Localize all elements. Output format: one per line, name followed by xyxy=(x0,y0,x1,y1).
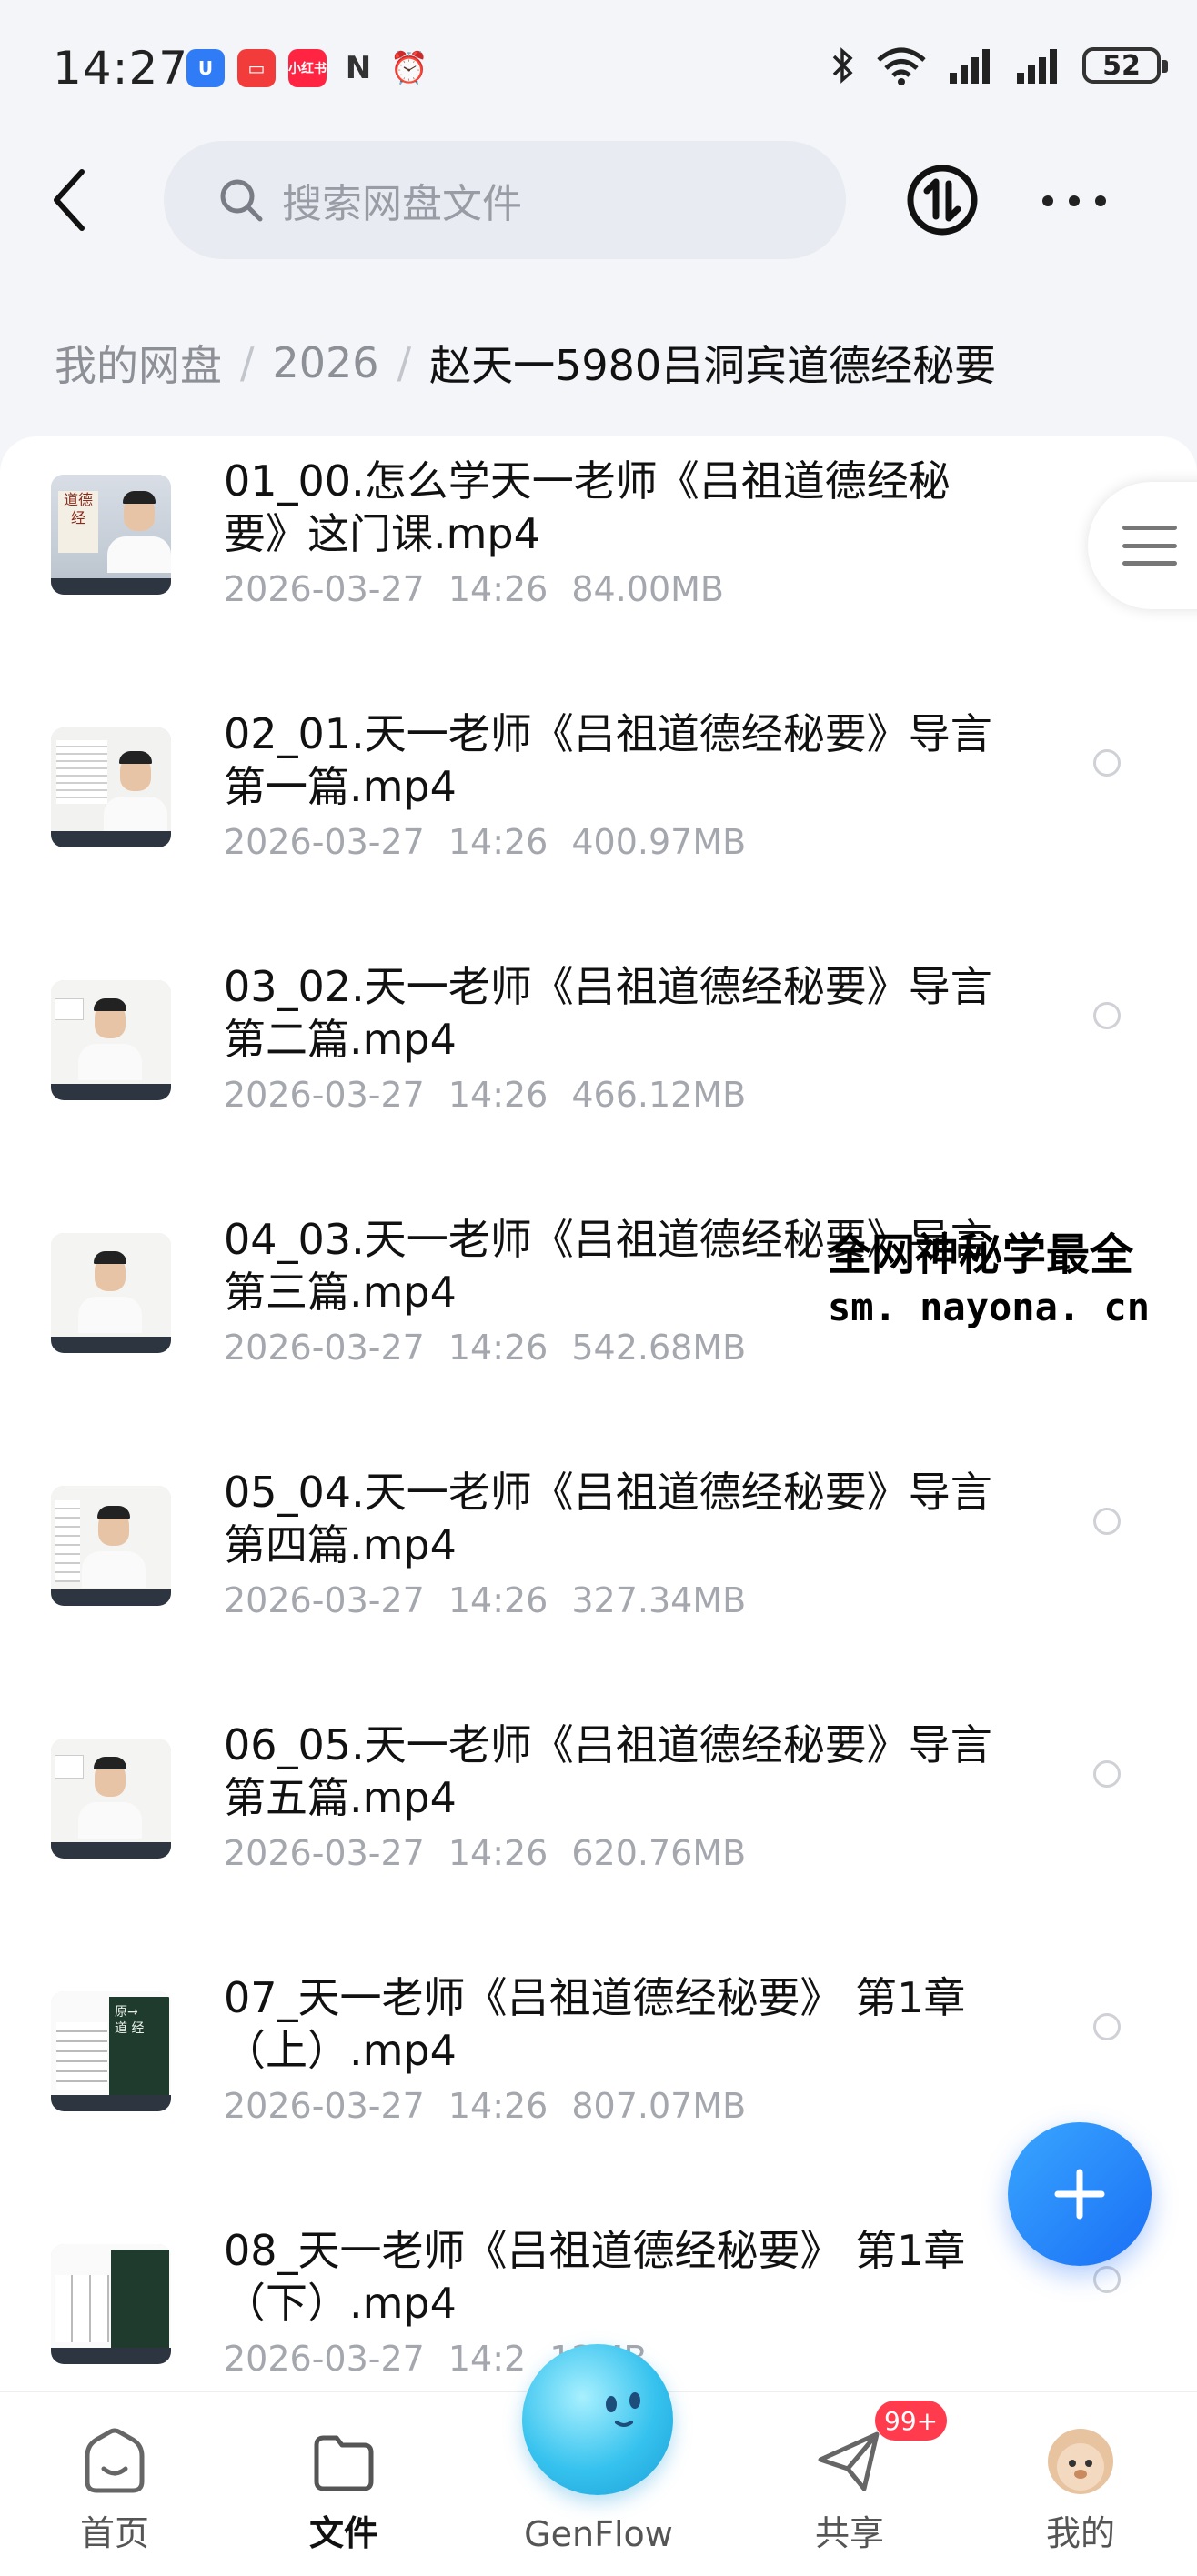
select-radio[interactable] xyxy=(1093,1508,1121,1535)
battery-indicator: 52 xyxy=(1082,47,1168,84)
file-name: 08_天一老师《吕祖道德经秘要》 第1章（下）.mp4 xyxy=(224,2226,966,2328)
nav-genflow-label: GenFlow xyxy=(524,2514,673,2554)
nav-files-label: 文件 xyxy=(308,2513,378,2553)
share-count-badge: 99+ xyxy=(875,2401,948,2441)
file-meta: 2026-03-27 14:26 466.12MB xyxy=(224,1075,747,1115)
file-row[interactable]: 03_02.天一老师《吕祖道德经秘要》导言 第二篇.mp4 2026-03-27… xyxy=(0,942,1197,1195)
file-meta: 2026-03-27 14:26 84.00MB xyxy=(224,569,725,609)
signal-icon-sim2 xyxy=(1017,49,1057,84)
file-name: 06_05.天一老师《吕祖道德经秘要》导言 第五篇.mp4 xyxy=(224,1720,992,1822)
video-thumbnail: 原→ 道 经 xyxy=(51,1991,171,2111)
select-radio[interactable] xyxy=(1093,2266,1121,2293)
file-row[interactable]: 05_04.天一老师《吕祖道德经秘要》导言 第四篇.mp4 2026-03-27… xyxy=(0,1448,1197,1700)
alarm-icon: ⏰ xyxy=(389,50,429,86)
file-name: 01_00.怎么学天一老师《吕祖道德经秘要》这门课.mp4 xyxy=(224,456,951,558)
file-row[interactable]: 06_05.天一老师《吕祖道德经秘要》导言 第五篇.mp4 2026-03-27… xyxy=(0,1700,1197,1953)
file-meta: 2026-03-27 14:26 327.34MB xyxy=(224,1580,747,1620)
file-row[interactable]: 02_01.天一老师《吕祖道德经秘要》导言 第一篇.mp4 2026-03-27… xyxy=(0,689,1197,942)
breadcrumb-root[interactable]: 我的网盘 xyxy=(55,333,222,393)
back-button[interactable] xyxy=(42,164,96,236)
nav-me-label: 我的 xyxy=(1045,2513,1115,2553)
watermark-line2: sm. nayona. cn xyxy=(828,1285,1151,1329)
select-radio[interactable] xyxy=(1093,2013,1121,2040)
status-right: 52 xyxy=(831,45,1168,85)
transfer-arrows-icon xyxy=(907,165,978,236)
file-meta: 2026-03-27 14:26 400.97MB xyxy=(224,822,747,862)
chevron-left-icon xyxy=(54,169,85,231)
avatar xyxy=(1044,2425,1117,2498)
status-time: 14:27 xyxy=(53,42,189,95)
more-dot-icon xyxy=(1095,195,1106,206)
video-thumbnail xyxy=(51,727,171,847)
file-name: 07_天一老师《吕祖道德经秘要》 第1章（上）.mp4 xyxy=(224,1973,966,2075)
select-radio[interactable] xyxy=(1093,1760,1121,1788)
watermark-line1: 全网神秘学最全 xyxy=(828,1229,1134,1280)
app-notification-icon: U xyxy=(186,49,225,87)
breadcrumb-separator: / xyxy=(240,338,255,387)
nav-me[interactable]: 我的 xyxy=(1008,2425,1153,2555)
wifi-icon xyxy=(877,47,926,85)
breadcrumb-year[interactable]: 2026 xyxy=(273,338,379,387)
file-name: 02_01.天一老师《吕祖道德经秘要》导言 第一篇.mp4 xyxy=(224,709,992,811)
watermark: 全网神秘学最全 sm. nayona. cn xyxy=(828,1228,1150,1333)
home-icon xyxy=(78,2425,151,2498)
breadcrumb: 我的网盘 / 2026 / 赵天一5980吕洞宾道德经秘要 xyxy=(55,333,996,393)
nav-genflow[interactable]: GenFlow xyxy=(524,2514,673,2554)
bluetooth-icon xyxy=(832,47,853,84)
status-bar: 14:27 U ▭ 小红书 N ⏰ 52 xyxy=(0,0,1197,136)
nav-home-label: 首页 xyxy=(79,2513,149,2553)
folder-icon xyxy=(307,2425,380,2498)
file-name: 05_04.天一老师《吕祖道德经秘要》导言 第四篇.mp4 xyxy=(224,1468,992,1569)
search-placeholder: 搜索网盘文件 xyxy=(282,181,522,227)
search-icon xyxy=(220,179,263,222)
video-thumbnail xyxy=(51,1739,171,1859)
file-name: 03_02.天一老师《吕祖道德经秘要》导言 第二篇.mp4 xyxy=(224,962,992,1064)
nav-files[interactable]: 文件 xyxy=(271,2425,417,2555)
status-app-icons: U ▭ 小红书 N ⏰ xyxy=(186,49,428,87)
video-thumbnail xyxy=(51,980,171,1100)
select-radio[interactable] xyxy=(1093,749,1121,777)
file-list: 道德经 01_00.怎么学天一老师《吕祖道德经秘要》这门课.mp4 2026-0… xyxy=(0,436,1197,2391)
plus-icon xyxy=(1054,2169,1105,2220)
search-input[interactable]: 搜索网盘文件 xyxy=(164,141,846,259)
file-row[interactable]: 道德经 01_00.怎么学天一老师《吕祖道德经秘要》这门课.mp4 2026-0… xyxy=(0,436,1197,689)
menu-lines-icon xyxy=(1122,526,1177,566)
more-options-button[interactable] xyxy=(1042,178,1106,224)
video-thumbnail xyxy=(51,1233,171,1353)
video-thumbnail xyxy=(51,2244,171,2364)
breadcrumb-current: 赵天一5980吕洞宾道德经秘要 xyxy=(429,341,997,390)
message-notification-icon: ▭ xyxy=(237,49,276,87)
video-thumbnail: 道德经 xyxy=(51,475,171,595)
paper-plane-icon xyxy=(813,2425,886,2498)
transfer-button[interactable] xyxy=(906,164,979,236)
file-meta: 2026-03-27 14:26 807.07MB xyxy=(224,2086,747,2126)
nfc-icon: N xyxy=(345,50,372,86)
more-dot-icon xyxy=(1042,195,1053,206)
signal-icon-sim1 xyxy=(950,49,990,84)
breadcrumb-separator: / xyxy=(397,338,412,387)
file-meta: 2026-03-27 14:26 620.76MB xyxy=(224,1833,747,1873)
file-meta: 2026-03-27 14:26 542.68MB xyxy=(224,1328,747,1368)
select-radio[interactable] xyxy=(1093,1002,1121,1029)
nav-share[interactable]: 共享 xyxy=(777,2425,922,2555)
genflow-orb-icon[interactable] xyxy=(522,2344,673,2495)
nav-share-label: 共享 xyxy=(814,2513,884,2553)
nav-home[interactable]: 首页 xyxy=(42,2425,187,2555)
video-thumbnail xyxy=(51,1486,171,1606)
add-button[interactable] xyxy=(1008,2122,1152,2266)
xiaohongshu-notification-icon: 小红书 xyxy=(288,49,327,87)
more-dot-icon xyxy=(1069,195,1080,206)
